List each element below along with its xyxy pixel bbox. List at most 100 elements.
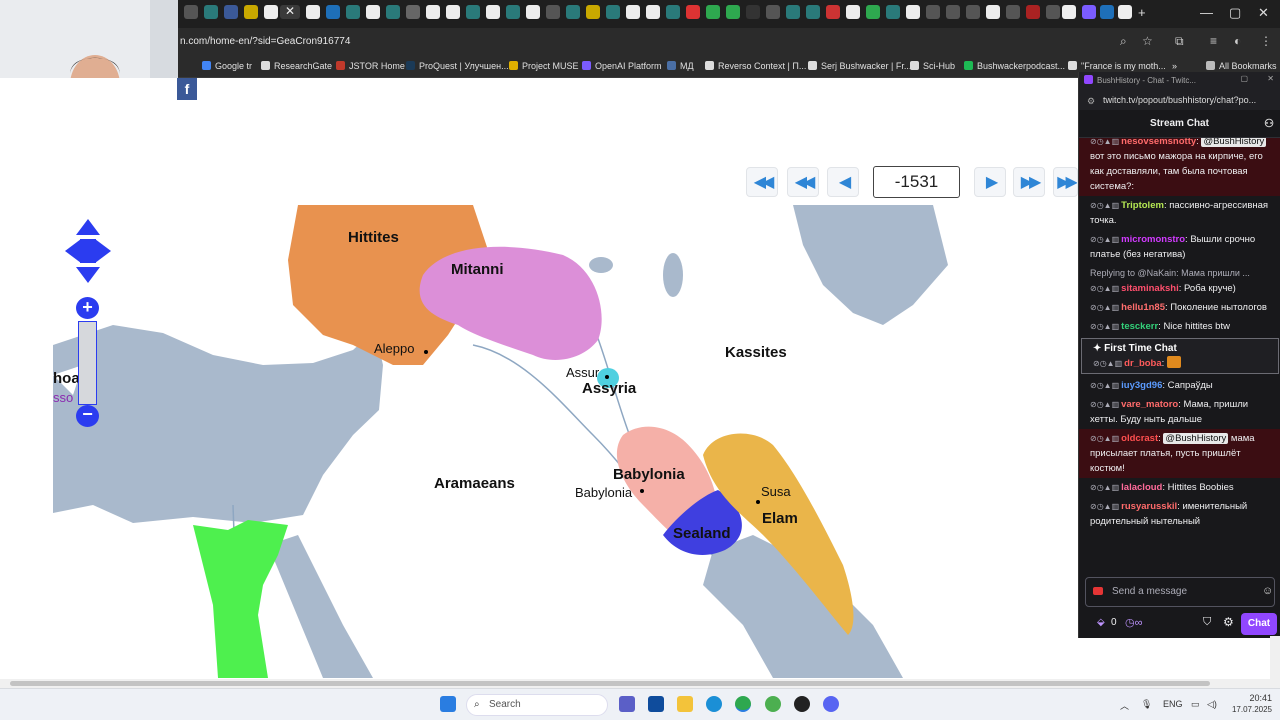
tab-favicon[interactable]: [906, 5, 920, 19]
app-icon[interactable]: [765, 696, 781, 712]
tab-favicon[interactable]: [306, 5, 320, 19]
maximize-icon[interactable]: ▢: [1229, 5, 1241, 21]
tab-favicon[interactable]: [526, 5, 540, 19]
chat-username[interactable]: micromonstro: [1121, 234, 1185, 245]
tab-favicon[interactable]: [986, 5, 1000, 19]
tray-chevron-icon[interactable]: ︿: [1120, 699, 1129, 712]
language-indicator[interactable]: ENG: [1163, 699, 1183, 709]
site-settings-icon[interactable]: ⚙: [1087, 96, 1095, 107]
tab-favicon[interactable]: [1100, 5, 1114, 19]
tab-favicon[interactable]: [406, 5, 420, 19]
mod-actions-icon[interactable]: ⊘◷▲▥: [1090, 434, 1119, 443]
mod-actions-icon[interactable]: ⊘◷▲▥: [1090, 303, 1119, 312]
chat-message-list[interactable]: ⊘◷▲▥ nesovsemsnotty: @BushHistory вот это…: [1079, 138, 1280, 572]
tab-favicon[interactable]: [866, 5, 880, 19]
horizontal-scrollbar-thumb[interactable]: [10, 681, 1210, 686]
discord-icon[interactable]: [823, 696, 839, 712]
bookmark-item[interactable]: Reverso Context | П...: [705, 61, 806, 71]
tab-favicon[interactable]: [786, 5, 800, 19]
chat-window-close-icon[interactable]: ✕: [1267, 74, 1274, 83]
users-icon[interactable]: ⚇: [1264, 110, 1274, 138]
profile-icon[interactable]: ◐: [1234, 34, 1241, 48]
tab-favicon[interactable]: [1006, 5, 1020, 19]
chat-message-input[interactable]: Send a message: [1085, 577, 1275, 607]
clock-date[interactable]: 17.07.2025: [1226, 705, 1272, 714]
tab-favicon[interactable]: [506, 5, 520, 19]
reply-context[interactable]: Replying to @NaKain: Мама пришли ...: [1090, 266, 1275, 281]
chrome-icon[interactable]: [735, 696, 751, 712]
microphone-icon[interactable]: 🎙: [1141, 699, 1152, 710]
chat-window-maximize-icon[interactable]: ▢: [1240, 74, 1248, 83]
tab-favicon[interactable]: [686, 5, 700, 19]
tab-favicon[interactable]: [446, 5, 460, 19]
tab-favicon[interactable]: [346, 5, 360, 19]
network-icon[interactable]: ▭: [1191, 699, 1200, 710]
clock-time[interactable]: 20:41: [1226, 693, 1272, 703]
tab-active-close-icon[interactable]: ✕: [280, 4, 300, 19]
mod-actions-icon[interactable]: ⊘◷▲▥: [1090, 502, 1119, 511]
chat-username[interactable]: lalacloud: [1121, 482, 1162, 493]
zoom-out-button[interactable]: −: [76, 405, 99, 427]
bookmark-item[interactable]: Project MUSE: [509, 61, 579, 71]
tab-favicon[interactable]: [386, 5, 400, 19]
tab-favicon[interactable]: [586, 5, 600, 19]
chat-settings-gear-icon[interactable]: ⚙: [1223, 615, 1234, 629]
shield-icon[interactable]: ⛉: [1203, 616, 1211, 629]
watch-streak-icon[interactable]: ◷∞: [1125, 616, 1142, 629]
chat-username[interactable]: rusyarusskil: [1121, 501, 1177, 512]
chat-username[interactable]: sitaminakshi: [1121, 283, 1179, 294]
horizontal-scrollbar[interactable]: [0, 679, 1280, 688]
tab-favicon[interactable]: [606, 5, 620, 19]
tab-favicon[interactable]: [366, 5, 380, 19]
zoom-icon[interactable]: ⌕: [1120, 34, 1127, 49]
tab-favicon[interactable]: [926, 5, 940, 19]
tab-favicon[interactable]: [706, 5, 720, 19]
minimize-icon[interactable]: —: [1200, 5, 1213, 20]
bookmark-item[interactable]: All Bookmarks: [1206, 61, 1277, 71]
tab-favicon[interactable]: [1082, 5, 1096, 19]
bookmark-item[interactable]: Google tr: [202, 61, 252, 71]
chat-mention[interactable]: @BushHistory: [1201, 138, 1267, 147]
vertical-scrollbar[interactable]: [1270, 636, 1280, 679]
mod-actions-icon[interactable]: ⊘◷▲▥: [1090, 381, 1119, 390]
tab-favicon[interactable]: [886, 5, 900, 19]
chat-username[interactable]: tesckerr: [1121, 321, 1158, 332]
emote-picker-icon[interactable]: ☺: [1262, 585, 1273, 597]
tab-favicon[interactable]: [486, 5, 500, 19]
chat-mention[interactable]: @BushHistory: [1163, 433, 1229, 444]
chat-username[interactable]: hellu1n85: [1121, 302, 1165, 313]
extensions-icon[interactable]: ⧉: [1175, 34, 1184, 49]
back-fast-button[interactable]: ◀◀: [787, 167, 819, 197]
tab-favicon[interactable]: [726, 5, 740, 19]
historical-map[interactable]: Hittites Mitanni Assyria Kassites Aramae…: [53, 205, 1078, 678]
forward-button[interactable]: ▶: [974, 167, 1006, 197]
mod-actions-icon[interactable]: ⊘◷▲▥: [1093, 359, 1122, 368]
tab-favicon[interactable]: [426, 5, 440, 19]
close-window-icon[interactable]: ✕: [1258, 5, 1269, 21]
teams-icon[interactable]: [619, 696, 635, 712]
zoom-slider[interactable]: [78, 321, 97, 405]
mod-actions-icon[interactable]: ⊘◷▲▥: [1090, 235, 1119, 244]
tab-favicon[interactable]: [224, 5, 238, 19]
tab-favicon[interactable]: [966, 5, 980, 19]
windows-start-icon[interactable]: [440, 696, 456, 712]
edge-icon[interactable]: [706, 696, 722, 712]
tab-favicon[interactable]: [1046, 5, 1060, 19]
chat-username[interactable]: dr_boba: [1124, 358, 1161, 369]
chat-username[interactable]: Triptolem: [1121, 200, 1164, 211]
tab-favicon[interactable]: [1118, 5, 1132, 19]
mod-actions-icon[interactable]: ⊘◷▲▥: [1090, 138, 1119, 146]
mod-actions-icon[interactable]: ⊘◷▲▥: [1090, 284, 1119, 293]
bookmark-item[interactable]: Bushwackerpodcast...: [964, 61, 1065, 71]
bookmarks-overflow-icon[interactable]: »: [1172, 61, 1177, 71]
taskbar-search[interactable]: ⌕ Search: [466, 694, 608, 716]
facebook-icon[interactable]: f: [177, 78, 197, 100]
tab-favicon[interactable]: [546, 5, 560, 19]
tab-favicon[interactable]: [826, 5, 840, 19]
bookmark-item[interactable]: ProQuest | Улучшен...: [406, 61, 509, 71]
tab-favicon[interactable]: [846, 5, 860, 19]
tab-favicon[interactable]: [806, 5, 820, 19]
tab-favicon[interactable]: [566, 5, 580, 19]
back-button[interactable]: ◀: [827, 167, 859, 197]
obs-icon[interactable]: [794, 696, 810, 712]
